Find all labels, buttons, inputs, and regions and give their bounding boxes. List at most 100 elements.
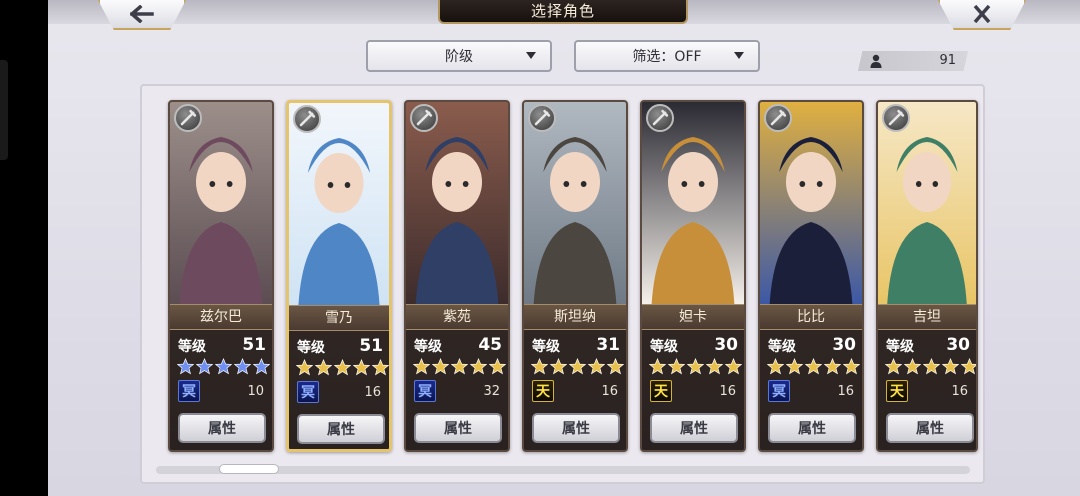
star-icon — [923, 358, 940, 375]
chevron-down-icon — [526, 52, 536, 59]
star-icon — [413, 358, 430, 375]
character-card[interactable]: 比比等级 30 冥 16 属性 — [758, 100, 864, 452]
filter-label: 筛选：OFF — [632, 49, 702, 65]
star-icon — [843, 358, 860, 375]
page-title: 选择角色 — [438, 0, 688, 24]
roster-count: 91 — [939, 53, 956, 68]
crystal-icon: 冥 — [297, 381, 319, 403]
back-button[interactable] — [98, 0, 186, 30]
attributes-button[interactable]: 属性 — [886, 413, 974, 443]
star-icon — [668, 358, 685, 375]
character-card[interactable]: 兹尔巴等级 51 冥 10 属性 — [168, 100, 274, 452]
level-row: 等级 45 — [406, 334, 508, 356]
level-row: 等级 30 — [760, 334, 862, 356]
character-portrait — [170, 102, 272, 304]
level-row: 等级 30 — [878, 334, 976, 356]
character-name: 雪乃 — [289, 305, 389, 331]
rank-sort-dropdown[interactable]: 阶级 — [366, 40, 552, 72]
crystal-count: 16 — [601, 384, 618, 399]
arrow-left-icon — [130, 5, 154, 23]
close-x-icon — [973, 5, 991, 23]
scrollbar-thumb[interactable] — [219, 464, 279, 474]
star-icon — [942, 358, 959, 375]
star-rating — [767, 358, 862, 376]
character-card[interactable]: 紫苑 等级 45 冥 32 属性 — [404, 100, 510, 452]
level-value: 30 — [946, 335, 970, 355]
star-icon — [824, 358, 841, 375]
weapon-icon — [882, 104, 910, 132]
star-icon — [725, 358, 742, 375]
character-portrait — [524, 102, 626, 304]
star-icon — [885, 358, 902, 375]
star-rating — [177, 358, 272, 376]
character-card[interactable]: 雪乃等级 51 冥 16 属性 — [286, 100, 392, 452]
star-rating — [296, 359, 389, 377]
crystal-count: 16 — [837, 384, 854, 399]
star-icon — [805, 358, 822, 375]
roster-count-badge: 91 — [858, 51, 968, 71]
character-name: 比比 — [760, 304, 862, 330]
character-portrait — [289, 103, 389, 305]
level-label: 等级 — [768, 339, 796, 355]
star-rating — [531, 358, 626, 376]
star-icon — [489, 358, 506, 375]
crystal-icon: 天 — [532, 380, 554, 402]
star-icon — [961, 358, 976, 375]
star-icon — [315, 359, 332, 376]
star-icon — [687, 358, 704, 375]
crystal-icon: 冥 — [768, 380, 790, 402]
weapon-icon — [410, 104, 438, 132]
character-name: 兹尔巴 — [170, 304, 272, 330]
level-label: 等级 — [178, 339, 206, 355]
star-icon — [767, 358, 784, 375]
crystal-icon: 天 — [886, 380, 908, 402]
level-label: 等级 — [886, 339, 914, 355]
star-icon — [177, 358, 194, 375]
star-icon — [334, 359, 351, 376]
star-icon — [706, 358, 723, 375]
level-row: 等级 51 — [170, 334, 272, 356]
level-label: 等级 — [297, 340, 325, 356]
weapon-icon — [764, 104, 792, 132]
weapon-icon — [293, 105, 321, 133]
attributes-button[interactable]: 属性 — [650, 413, 738, 443]
filter-dropdown[interactable]: 筛选：OFF — [574, 40, 760, 72]
crystal-count: 10 — [247, 384, 264, 399]
star-icon — [470, 358, 487, 375]
level-value: 45 — [478, 335, 502, 355]
star-icon — [253, 358, 270, 375]
level-value: 30 — [714, 335, 738, 355]
level-row: 等级 51 — [289, 335, 389, 357]
close-button[interactable] — [938, 0, 1026, 30]
star-icon — [215, 358, 232, 375]
character-name: 妲卡 — [642, 304, 744, 330]
character-name: 吉坦 — [878, 304, 976, 330]
character-card[interactable]: 妲卡 等级 30 天 16 属性 — [640, 100, 746, 452]
crystal-icon: 冥 — [178, 380, 200, 402]
star-icon — [904, 358, 921, 375]
star-icon — [588, 358, 605, 375]
attributes-button[interactable]: 属性 — [414, 413, 502, 443]
character-portrait — [878, 102, 976, 304]
character-card[interactable]: 吉坦 等级 30 天 16 属性 — [876, 100, 978, 452]
attributes-button[interactable]: 属性 — [178, 413, 266, 443]
attributes-button[interactable]: 属性 — [297, 414, 385, 444]
star-rating — [413, 358, 508, 376]
star-icon — [296, 359, 313, 376]
level-value: 51 — [242, 335, 266, 355]
character-card[interactable]: 斯坦纳 等级 31 天 16 属性 — [522, 100, 628, 452]
crystal-count: 16 — [364, 385, 381, 400]
level-value: 51 — [359, 336, 383, 356]
star-icon — [196, 358, 213, 375]
level-value: 30 — [832, 335, 856, 355]
attributes-button[interactable]: 属性 — [768, 413, 856, 443]
weapon-icon — [528, 104, 556, 132]
star-icon — [607, 358, 624, 375]
character-name: 斯坦纳 — [524, 304, 626, 330]
person-icon — [870, 54, 882, 68]
crystal-icon: 冥 — [414, 380, 436, 402]
character-name: 紫苑 — [406, 304, 508, 330]
chevron-down-icon — [734, 52, 744, 59]
attributes-button[interactable]: 属性 — [532, 413, 620, 443]
device-edge — [0, 60, 8, 160]
